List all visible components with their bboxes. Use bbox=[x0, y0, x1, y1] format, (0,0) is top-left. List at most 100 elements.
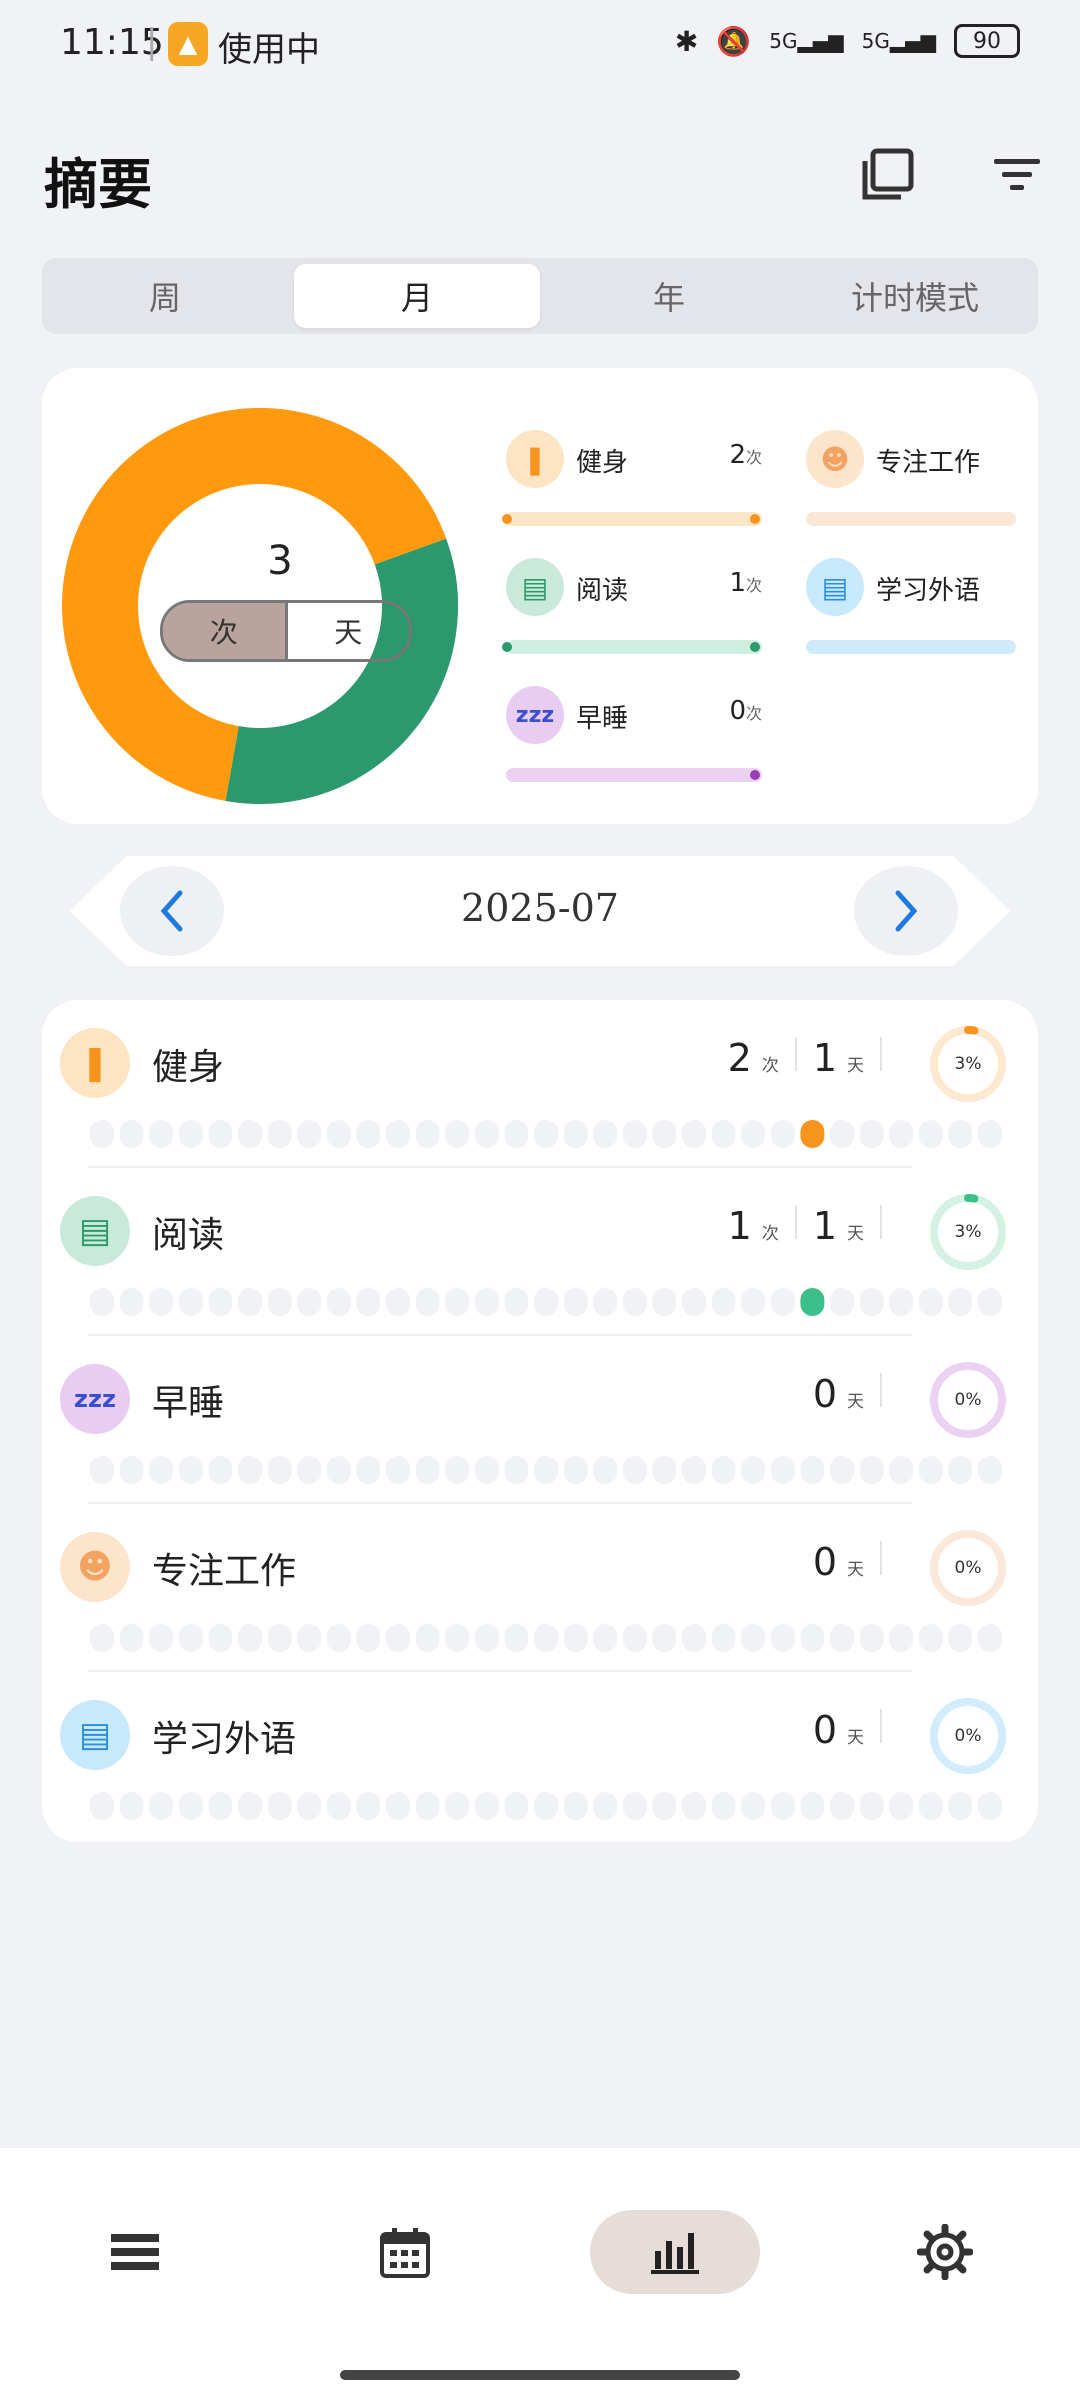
habit-row-focus-work[interactable]: ☻ 专注工作 0天 0% bbox=[42, 1504, 1038, 1672]
nav-statistics[interactable] bbox=[590, 2210, 760, 2294]
day-dot bbox=[563, 1288, 588, 1316]
day-dot bbox=[830, 1120, 854, 1148]
day-dot bbox=[208, 1456, 233, 1484]
day-dot bbox=[415, 1792, 440, 1820]
filter-icon[interactable] bbox=[982, 140, 1052, 210]
day-dot bbox=[830, 1288, 854, 1316]
focus-work-icon: ☻ bbox=[60, 1532, 130, 1602]
day-dot bbox=[652, 1120, 677, 1148]
status-bar: 11:15 | ▲ 使用中 ✱ 🔕 5G▂▄▆ 5G▂▄▆ 90 bbox=[0, 0, 1080, 90]
home-indicator bbox=[340, 2370, 740, 2380]
day-dot bbox=[652, 1288, 677, 1316]
habit-row-sleep[interactable]: zzz 早睡 0天 0% bbox=[42, 1336, 1038, 1504]
period-tabs: 周 月 年 计时模式 bbox=[42, 258, 1038, 334]
day-dot bbox=[948, 1288, 973, 1316]
day-dot bbox=[415, 1456, 440, 1484]
day-dots bbox=[90, 1792, 1002, 1820]
day-dot bbox=[622, 1792, 647, 1820]
day-dot bbox=[741, 1288, 766, 1316]
day-dot bbox=[889, 1120, 914, 1148]
day-dot bbox=[238, 1456, 262, 1484]
day-dot bbox=[208, 1792, 233, 1820]
day-dot bbox=[445, 1456, 470, 1484]
habit-name: 专注工作 bbox=[152, 1551, 297, 1592]
legend-bar bbox=[502, 512, 762, 526]
mute-icon: 🔕 bbox=[716, 24, 752, 58]
day-dot bbox=[770, 1456, 795, 1484]
day-dot bbox=[918, 1624, 943, 1652]
day-dot bbox=[889, 1288, 914, 1316]
day-dot bbox=[356, 1120, 381, 1148]
day-dot bbox=[326, 1456, 351, 1484]
day-dot bbox=[889, 1624, 914, 1652]
day-dot bbox=[741, 1792, 766, 1820]
habit-percent: 0% bbox=[954, 1390, 982, 1410]
day-dot bbox=[119, 1288, 144, 1316]
day-dot bbox=[90, 1120, 114, 1148]
day-dot bbox=[267, 1624, 292, 1652]
day-dot bbox=[326, 1624, 351, 1652]
day-dot bbox=[948, 1792, 973, 1820]
tab-week[interactable]: 周 bbox=[42, 258, 288, 334]
day-dot bbox=[149, 1624, 174, 1652]
day-dot bbox=[504, 1456, 529, 1484]
day-dot bbox=[741, 1624, 766, 1652]
day-dot bbox=[297, 1120, 322, 1148]
donut-center: 3 次 天 bbox=[160, 538, 412, 662]
habit-name: 早睡 bbox=[152, 1383, 225, 1424]
calendar-icon bbox=[380, 2228, 430, 2278]
list-icon bbox=[111, 2234, 159, 2270]
habit-stats: 1次1天 bbox=[728, 1204, 888, 1248]
next-month-button[interactable] bbox=[854, 866, 958, 956]
day-dot bbox=[178, 1288, 203, 1316]
tab-month[interactable]: 月 bbox=[294, 264, 540, 328]
fitness-icon: ❚ bbox=[60, 1028, 130, 1098]
day-dot bbox=[297, 1792, 322, 1820]
habit-row-language[interactable]: ▤ 学习外语 0天 0% bbox=[42, 1672, 1038, 1840]
day-dot bbox=[415, 1288, 440, 1316]
reading-icon: ▤ bbox=[506, 558, 564, 616]
day-dot bbox=[682, 1624, 706, 1652]
copy-icon[interactable] bbox=[852, 140, 922, 210]
day-dot bbox=[297, 1624, 322, 1652]
sleep-icon: zzz bbox=[60, 1364, 130, 1434]
habit-list: ❚ 健身 2次1天 3% ▤ 阅读 1次1天 3% zzz 早睡 0天 0% ☻… bbox=[42, 1000, 1038, 1842]
day-dot bbox=[297, 1288, 322, 1316]
day-dot bbox=[90, 1792, 114, 1820]
day-dot bbox=[800, 1792, 825, 1820]
day-dot bbox=[208, 1120, 233, 1148]
day-dot bbox=[711, 1456, 736, 1484]
day-dot bbox=[238, 1288, 262, 1316]
day-dot bbox=[593, 1288, 618, 1316]
day-dot bbox=[386, 1624, 410, 1652]
nav-list[interactable] bbox=[50, 2210, 220, 2294]
chevron-right-icon bbox=[895, 890, 918, 932]
nav-settings[interactable] bbox=[860, 2210, 1030, 2294]
day-dot bbox=[711, 1120, 736, 1148]
day-dot bbox=[948, 1456, 973, 1484]
toggle-times[interactable]: 次 bbox=[163, 603, 285, 659]
toggle-days[interactable]: 天 bbox=[284, 603, 410, 659]
day-dot bbox=[90, 1456, 114, 1484]
day-dot bbox=[978, 1624, 1002, 1652]
day-dot bbox=[356, 1288, 381, 1316]
day-dot bbox=[504, 1624, 529, 1652]
language-icon: ▤ bbox=[60, 1700, 130, 1770]
day-dot bbox=[978, 1120, 1002, 1148]
habit-row-reading[interactable]: ▤ 阅读 1次1天 3% bbox=[42, 1168, 1038, 1336]
nav-calendar[interactable] bbox=[320, 2210, 490, 2294]
legend-label: 阅读 bbox=[576, 576, 629, 606]
day-dot bbox=[800, 1288, 825, 1316]
legend-bar bbox=[506, 768, 762, 782]
tab-year[interactable]: 年 bbox=[546, 258, 792, 334]
habit-row-fitness[interactable]: ❚ 健身 2次1天 3% bbox=[42, 1000, 1038, 1168]
day-dot bbox=[326, 1120, 351, 1148]
day-dot bbox=[622, 1288, 647, 1316]
legend-count: 1次 bbox=[729, 568, 762, 598]
day-dot bbox=[889, 1792, 914, 1820]
day-dot bbox=[238, 1120, 262, 1148]
tab-timer-mode[interactable]: 计时模式 bbox=[792, 258, 1038, 334]
day-dot bbox=[622, 1624, 647, 1652]
sleep-icon: zzz bbox=[506, 686, 564, 744]
day-dot bbox=[119, 1792, 144, 1820]
